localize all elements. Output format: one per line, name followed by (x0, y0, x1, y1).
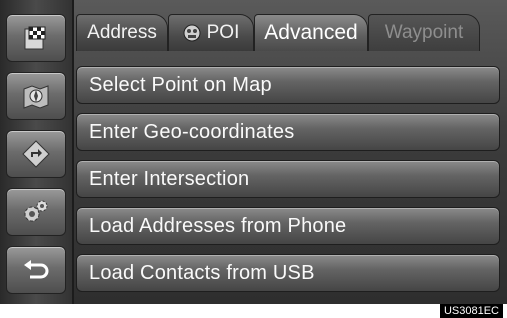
tab-address[interactable]: Address (76, 14, 168, 51)
enter-intersection-button[interactable]: Enter Intersection (76, 160, 500, 198)
menu-item-label: Load Contacts from USB (89, 261, 315, 284)
tab-address-label: Address (87, 22, 157, 43)
tab-poi-label: POI (206, 22, 240, 43)
menu-item-label: Select Point on Map (89, 73, 272, 96)
destination-flag-icon (24, 26, 46, 50)
route-direction-icon (22, 140, 50, 168)
navigation-screen: Address POI Advanced Waypoint Select Poi… (0, 0, 507, 304)
load-addresses-from-phone-button[interactable]: Load Addresses from Phone (76, 207, 500, 245)
tab-advanced[interactable]: Advanced (254, 14, 368, 51)
sidebar (0, 0, 74, 304)
settings-gear-icon (24, 200, 48, 222)
enter-geo-coordinates-button[interactable]: Enter Geo-coordinates (76, 113, 500, 151)
settings-button[interactable] (6, 188, 66, 236)
map-compass-icon (23, 85, 49, 109)
menu-item-label: Enter Intersection (89, 167, 250, 190)
tab-bar: Address POI Advanced Waypoint (76, 14, 502, 54)
tab-waypoint: Waypoint (368, 14, 480, 51)
select-point-on-map-button[interactable]: Select Point on Map (76, 66, 500, 104)
menu-item-label: Enter Geo-coordinates (89, 120, 295, 143)
tab-poi[interactable]: POI (168, 14, 254, 51)
route-button[interactable] (6, 130, 66, 178)
poi-icon (183, 24, 201, 42)
destination-button[interactable] (6, 14, 66, 62)
tab-waypoint-label: Waypoint (384, 22, 464, 43)
menu-item-label: Load Addresses from Phone (89, 214, 347, 237)
load-contacts-from-usb-button[interactable]: Load Contacts from USB (76, 254, 500, 292)
back-arrow-icon (24, 260, 49, 279)
figure-code: US3081EC (439, 304, 503, 318)
tab-advanced-label: Advanced (264, 21, 358, 44)
back-button[interactable] (6, 246, 66, 294)
map-button[interactable] (6, 72, 66, 120)
